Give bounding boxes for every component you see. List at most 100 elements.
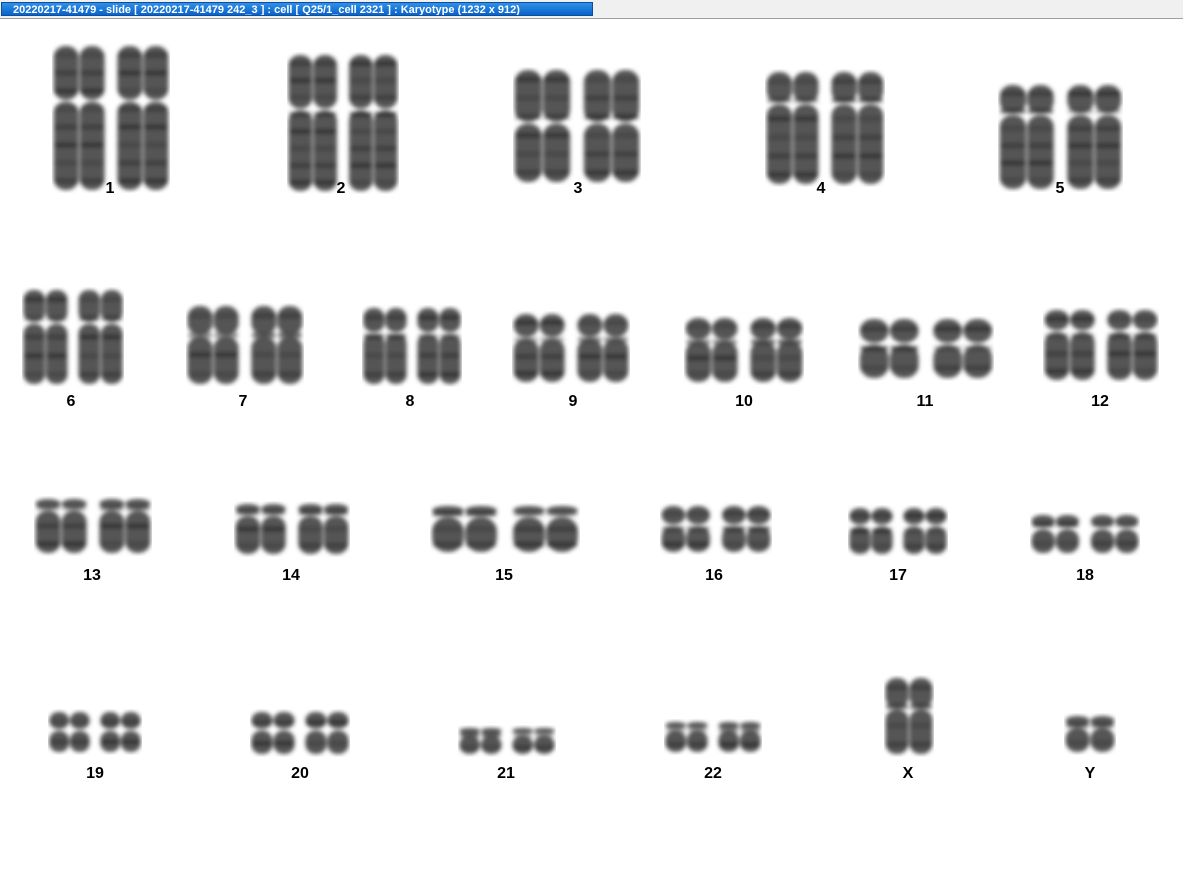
chromatid-homolog xyxy=(432,506,497,552)
chromosome-pair-19[interactable] xyxy=(48,709,142,755)
chromosome-label-1: 1 xyxy=(105,180,115,197)
chromosome-pair-17[interactable] xyxy=(848,505,948,557)
chromosome-x[interactable] xyxy=(884,675,934,757)
chromosome-label-4: 4 xyxy=(816,180,826,197)
chromosome-label-3: 3 xyxy=(573,180,583,197)
chromosome-pair-8[interactable] xyxy=(362,305,462,387)
chromosome-image xyxy=(49,712,141,752)
chromosome-image xyxy=(459,728,555,754)
chromosome-label-9: 9 xyxy=(568,393,578,410)
chromosome-label-8: 8 xyxy=(405,393,415,410)
chromosome-label-y: Y xyxy=(1084,765,1096,782)
chromosome-pair-14[interactable] xyxy=(234,501,350,557)
chromosome-label-10: 10 xyxy=(735,393,753,410)
chromatid-homolog xyxy=(298,504,349,554)
chromatid-homolog xyxy=(718,722,761,752)
chromatid-homolog xyxy=(53,46,105,190)
chromosome-pair-5[interactable] xyxy=(998,82,1123,192)
chromosome-image xyxy=(685,318,803,382)
chromatid-homolog xyxy=(885,678,933,754)
chromatid-homolog xyxy=(459,728,502,754)
chromosome-pair-15[interactable] xyxy=(430,503,580,555)
chromatid-homolog xyxy=(49,712,90,752)
chromosome-pair-10[interactable] xyxy=(684,315,804,385)
chromosome-label-2: 2 xyxy=(336,180,346,197)
chromosome-image xyxy=(23,290,123,384)
chromosome-image xyxy=(35,499,151,553)
chromatid-homolog xyxy=(305,712,349,754)
chromosome-label-x: X xyxy=(902,765,914,782)
chromatid-homolog xyxy=(1107,310,1158,380)
karyotype-panel: 1 2 3 4 5 6 7 8 9 10 11 12 13 14 15 16 1… xyxy=(0,19,1183,892)
chromosome-image xyxy=(53,46,169,190)
chromatid-homolog xyxy=(187,306,239,384)
chromosome-label-14: 14 xyxy=(282,567,300,584)
chromosome-image xyxy=(665,722,761,752)
chromatid-homolog xyxy=(251,306,303,384)
chromosome-pair-12[interactable] xyxy=(1043,307,1159,383)
chromatid-homolog xyxy=(933,319,993,378)
chromatid-homolog xyxy=(1065,716,1115,752)
chromatid-homolog xyxy=(1090,515,1139,553)
chromosome-pair-11[interactable] xyxy=(858,316,994,381)
chromatid-homolog xyxy=(583,70,640,182)
chromosome-image xyxy=(432,506,578,552)
window-title[interactable]: 20220217-41479 - slide [ 20220217-41479 … xyxy=(1,2,593,16)
chromosome-pair-7[interactable] xyxy=(186,303,304,387)
chromosome-image xyxy=(363,308,461,384)
chromosome-image xyxy=(513,314,629,382)
chromosome-pair-3[interactable] xyxy=(513,67,641,185)
chromosome-pair-22[interactable] xyxy=(664,719,762,755)
chromatid-homolog xyxy=(235,504,286,554)
chromosome-image xyxy=(885,678,933,754)
chromatid-homolog xyxy=(1067,85,1122,189)
chromosome-image xyxy=(251,712,349,754)
chromatid-homolog xyxy=(685,318,738,382)
chromosome-label-19: 19 xyxy=(86,765,104,782)
chromatid-homolog xyxy=(78,290,123,384)
chromosome-pair-20[interactable] xyxy=(250,709,350,757)
chromatid-homolog xyxy=(903,508,947,554)
chromosome-pair-18[interactable] xyxy=(1030,512,1140,556)
chromosome-pair-16[interactable] xyxy=(660,503,772,555)
chromatid-homolog xyxy=(100,712,141,752)
chromosome-label-20: 20 xyxy=(291,765,309,782)
chromatid-homolog xyxy=(99,499,151,553)
chromosome-image xyxy=(514,70,640,182)
chromosome-pair-2[interactable] xyxy=(287,52,399,194)
chromatid-homolog xyxy=(1044,310,1095,380)
chromosome-image xyxy=(1031,515,1139,553)
chromosome-pair-21[interactable] xyxy=(458,725,556,757)
chromosome-label-7: 7 xyxy=(238,393,248,410)
chromosome-image xyxy=(1065,716,1115,752)
chromatid-homolog xyxy=(665,722,708,752)
chromatid-homolog xyxy=(117,46,169,190)
chromosome-image xyxy=(187,306,303,384)
chromatid-homolog xyxy=(288,55,337,191)
chromosome-image xyxy=(766,72,884,184)
chromatid-homolog xyxy=(577,314,629,382)
chromatid-homolog xyxy=(750,318,803,382)
chromosome-label-22: 22 xyxy=(704,765,722,782)
chromosome-label-12: 12 xyxy=(1091,393,1109,410)
chromatid-homolog xyxy=(722,506,771,552)
chromatid-homolog xyxy=(514,70,571,182)
chromatid-homolog xyxy=(349,55,398,191)
chromosome-label-11: 11 xyxy=(916,393,934,410)
chromatid-homolog xyxy=(661,506,710,552)
chromatid-homolog xyxy=(363,308,407,384)
chromatid-homolog xyxy=(831,72,884,184)
chromatid-homolog xyxy=(1031,515,1080,553)
chromatid-homolog xyxy=(999,85,1054,189)
chromosome-pair-9[interactable] xyxy=(512,311,630,385)
chromosome-label-15: 15 xyxy=(495,567,513,584)
chromosome-pair-13[interactable] xyxy=(34,496,152,556)
window-title-bar: 20220217-41479 - slide [ 20220217-41479 … xyxy=(0,0,1183,19)
chromosome-pair-4[interactable] xyxy=(765,69,885,187)
chromosome-label-17: 17 xyxy=(889,567,907,584)
chromosome-label-18: 18 xyxy=(1076,567,1094,584)
chromosome-pair-1[interactable] xyxy=(52,43,170,193)
chromosome-pair-6[interactable] xyxy=(22,287,124,387)
chromosome-y[interactable] xyxy=(1064,713,1116,755)
chromosome-label-16: 16 xyxy=(705,567,723,584)
